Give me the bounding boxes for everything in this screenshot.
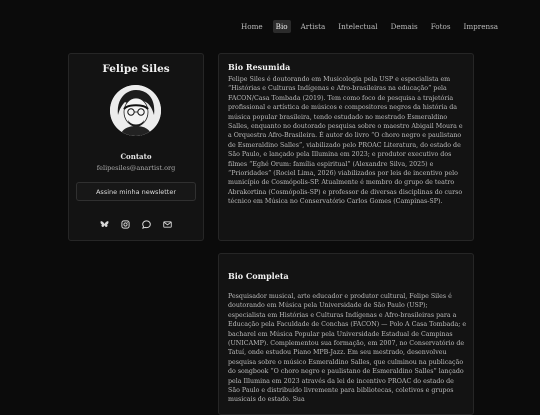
nav-intelectual[interactable]: Intelectual — [335, 20, 380, 33]
bio-long-card: Bio Completa Pesquisador musical, arte e… — [218, 253, 474, 415]
profile-name: Felipe Siles — [102, 63, 170, 75]
bio-short-title: Bio Resumida — [228, 62, 291, 72]
contact-email[interactable]: felipesiles@anartist.org — [69, 164, 203, 172]
bio-long-text: Pesquisador musical, arte educador e pro… — [228, 293, 467, 404]
avatar — [110, 85, 161, 136]
mail-icon[interactable] — [163, 220, 172, 229]
chat-bubble-icon[interactable] — [142, 220, 151, 229]
bio-short-card: Bio Resumida Felipe Siles é doutorando e… — [218, 53, 474, 241]
bio-long-title: Bio Completa — [228, 271, 289, 281]
nav-imprensa[interactable]: Imprensa — [461, 20, 502, 33]
social-links — [100, 220, 172, 229]
nav-fotos[interactable]: Fotos — [428, 20, 454, 33]
butterfly-icon[interactable] — [100, 220, 109, 229]
contact-label: Contato — [120, 152, 152, 161]
nav-demais[interactable]: Demais — [388, 20, 421, 33]
top-nav: Home Bio Artista Intelectual Demais Foto… — [238, 20, 508, 33]
newsletter-button[interactable]: Assine minha newsletter — [76, 182, 196, 201]
nav-bio[interactable]: Bio — [272, 20, 291, 33]
nav-artista[interactable]: Artista — [298, 20, 329, 33]
profile-card: Felipe Siles Contato felipesiles@anartis… — [68, 53, 204, 241]
avatar-illustration — [110, 85, 161, 136]
bio-short-text: Felipe Siles é doutorando em Musicologia… — [228, 76, 463, 206]
nav-home[interactable]: Home — [238, 20, 266, 33]
instagram-icon[interactable] — [121, 220, 130, 229]
